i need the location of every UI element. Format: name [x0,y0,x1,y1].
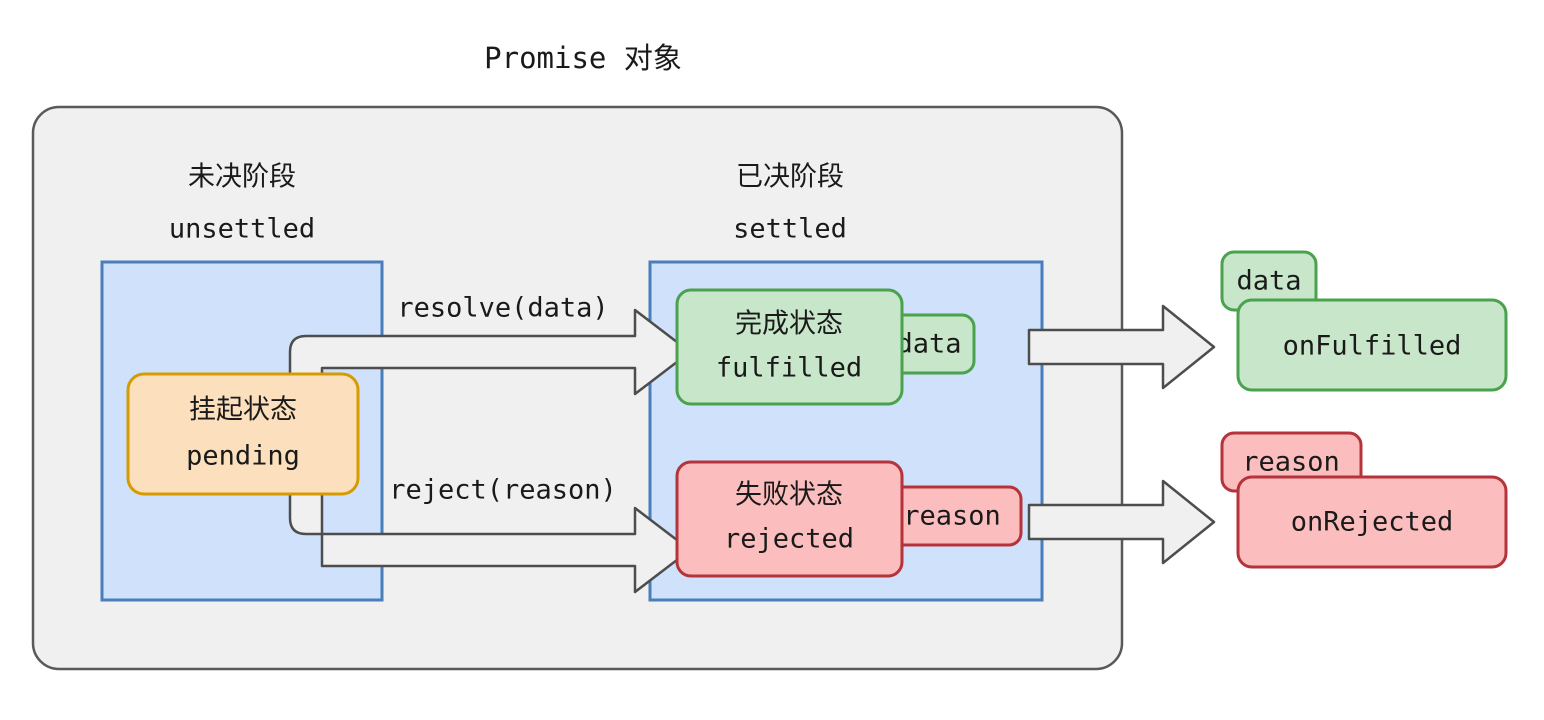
on-fulfilled-data-tag-label: data [1236,266,1301,297]
page-title: Promise 对象 [484,41,682,75]
settled-phase-label-cn: 已决阶段 [736,162,844,193]
rejected-state-label-en: rejected [724,524,854,555]
resolve-transition-label: resolve(data) [397,293,608,324]
pending-state-label-cn: 挂起状态 [189,395,297,426]
fulfilled-state-box [675,288,904,406]
on-fulfilled-label: onFulfilled [1283,331,1462,362]
fulfilled-state-label-cn: 完成状态 [735,309,843,340]
settled-phase-label-en: settled [733,214,847,245]
unsettled-phase-label-en: unsettled [169,214,315,245]
fulfilled-data-tag-label: data [896,329,961,360]
diagram-canvas: Promise 对象 未决阶段 unsettled 已决阶段 settled 挂… [0,0,1544,720]
rejected-state-label-cn: 失败状态 [735,480,843,511]
on-rejected-label: onRejected [1291,507,1454,538]
rejected-reason-tag-label: reason [903,501,1001,532]
pending-state-box [126,372,360,496]
promise-lifecycle-diagram: Promise 对象 未决阶段 unsettled 已决阶段 settled 挂… [31,41,1508,671]
pending-state-label-en: pending [186,441,300,472]
fulfilled-state-label-en: fulfilled [716,353,862,384]
unsettled-phase-label-cn: 未决阶段 [188,162,296,193]
reject-transition-label: reject(reason) [389,475,617,506]
on-rejected-reason-tag-label: reason [1242,447,1340,478]
